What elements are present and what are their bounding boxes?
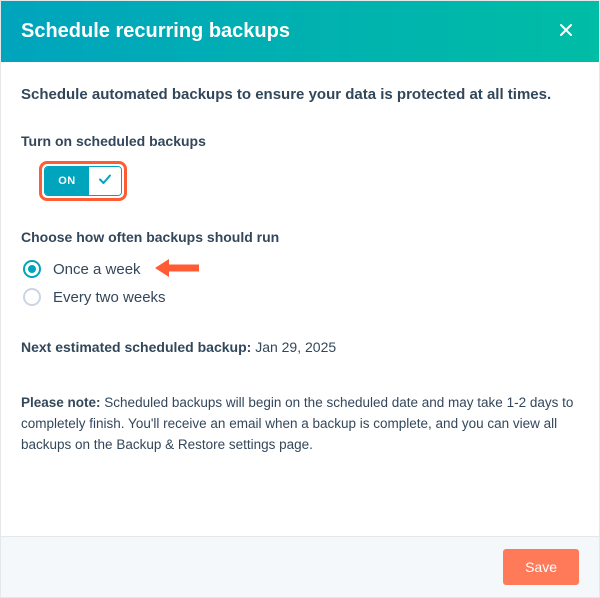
toggle-highlight: ON [39,161,127,201]
arrow-annotation-icon [155,256,199,285]
please-note-text: Please note: Scheduled backups will begi… [21,393,579,456]
toggle-label: Turn on scheduled backups [21,133,579,149]
modal-header: Schedule recurring backups [1,1,599,62]
radio-every-two-weeks[interactable]: Every two weeks [23,283,579,311]
check-icon [97,171,113,192]
note-prefix: Please note: [21,395,101,410]
frequency-label: Choose how often backups should run [21,229,579,245]
close-icon [557,21,575,42]
modal-footer: Save [1,536,599,597]
frequency-radio-group: Once a week Every two weeks [23,255,579,311]
estimate-value: Jan 29, 2025 [255,339,336,355]
radio-label: Every two weeks [53,289,166,306]
radio-once-a-week[interactable]: Once a week [23,255,579,283]
close-button[interactable] [553,17,579,46]
note-body: Scheduled backups will begin on the sche… [21,395,573,452]
next-backup-estimate: Next estimated scheduled backup: Jan 29,… [21,339,579,355]
radio-input [23,288,41,306]
intro-text: Schedule automated backups to ensure you… [21,86,579,103]
modal-body: Schedule automated backups to ensure you… [1,62,599,536]
schedule-backups-modal: Schedule recurring backups Schedule auto… [0,0,600,598]
toggle-handle [89,167,121,195]
radio-input-checked [23,260,41,278]
estimate-label: Next estimated scheduled backup: [21,339,251,355]
radio-label: Once a week [53,261,141,278]
modal-title: Schedule recurring backups [21,20,290,43]
save-button[interactable]: Save [503,549,579,585]
toggle-on-text: ON [45,167,89,195]
scheduled-backups-toggle[interactable]: ON [44,166,122,196]
